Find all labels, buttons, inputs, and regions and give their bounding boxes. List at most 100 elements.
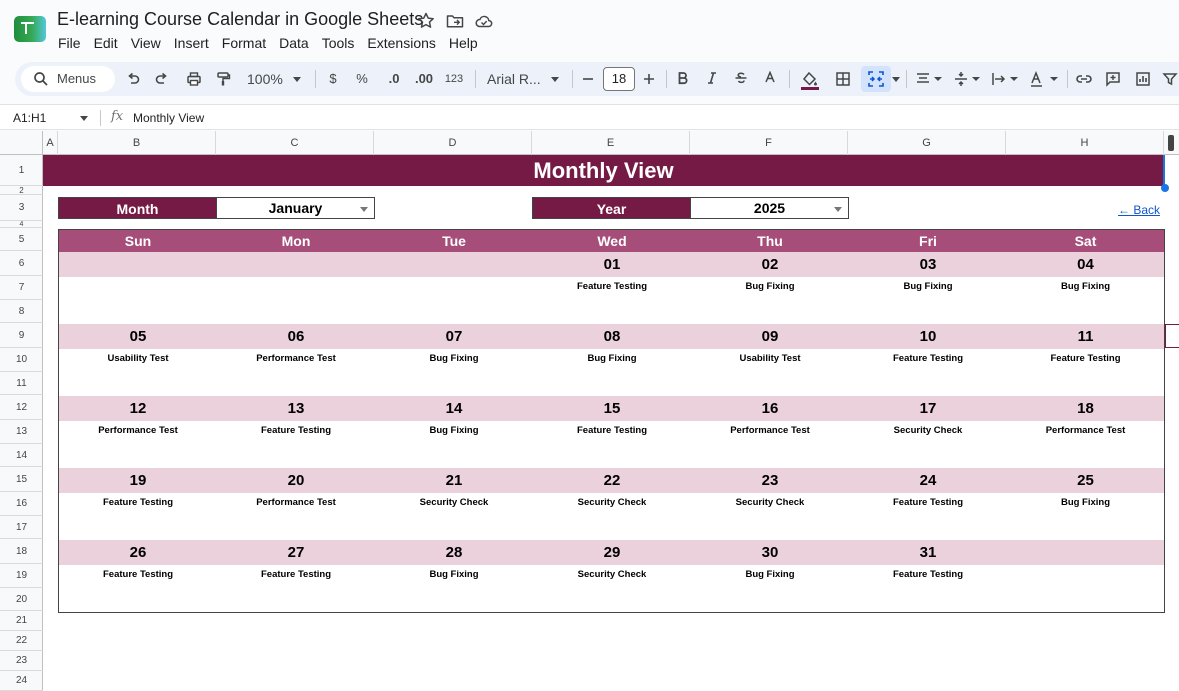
monthly-view-title[interactable]: Monthly View — [43, 155, 1164, 186]
task-cell[interactable]: Security Check — [533, 568, 691, 582]
row-header[interactable]: 5 — [0, 228, 43, 251]
task-cell[interactable]: Bug Fixing — [691, 280, 849, 294]
row-header[interactable]: 24 — [0, 671, 43, 691]
task-cell[interactable]: Feature Testing — [59, 496, 217, 510]
filter-button[interactable] — [1161, 68, 1179, 90]
menu-extensions[interactable]: Extensions — [367, 35, 435, 51]
italic-button[interactable] — [703, 68, 721, 90]
row-header[interactable]: 6 — [0, 251, 43, 276]
task-cell[interactable]: Performance Test — [1007, 424, 1164, 438]
merge-cells-button[interactable] — [861, 66, 891, 92]
column-header-h[interactable]: H — [1006, 131, 1164, 155]
font-family-select[interactable]: Arial R... — [485, 68, 565, 90]
date-cell[interactable]: 25 — [1007, 468, 1164, 493]
task-cell[interactable]: Feature Testing — [217, 424, 375, 438]
task-cell[interactable] — [1007, 568, 1164, 582]
row-header[interactable]: 7 — [0, 276, 43, 300]
menu-tools[interactable]: Tools — [322, 35, 355, 51]
horizontal-align-button[interactable] — [913, 68, 945, 90]
column-header-a[interactable]: A — [43, 131, 58, 155]
text-color-button[interactable] — [761, 68, 779, 90]
row-header[interactable]: 9 — [0, 323, 43, 348]
task-cell[interactable]: Bug Fixing — [375, 352, 533, 366]
paint-format-button[interactable] — [212, 68, 234, 90]
text-wrapping-button[interactable] — [989, 68, 1021, 90]
insert-comment-button[interactable] — [1103, 68, 1123, 90]
column-header-f[interactable]: F — [690, 131, 848, 155]
task-cell[interactable]: Feature Testing — [217, 568, 375, 582]
task-cell[interactable] — [59, 280, 217, 294]
row-header[interactable]: 14 — [0, 444, 43, 467]
date-cell[interactable]: 16 — [691, 396, 849, 421]
date-cell[interactable]: 31 — [849, 540, 1007, 565]
date-cell[interactable]: 10 — [849, 324, 1007, 349]
date-cell[interactable]: 17 — [849, 396, 1007, 421]
bold-button[interactable] — [674, 68, 692, 90]
row-header[interactable]: 22 — [0, 631, 43, 651]
task-cell[interactable]: Usability Test — [59, 352, 217, 366]
date-cell[interactable]: 11 — [1007, 324, 1164, 349]
vertical-align-button[interactable] — [951, 68, 983, 90]
menu-data[interactable]: Data — [279, 35, 309, 51]
task-cell[interactable]: Security Check — [691, 496, 849, 510]
menu-format[interactable]: Format — [222, 35, 266, 51]
column-header-b[interactable]: B — [58, 131, 216, 155]
date-cell[interactable]: 09 — [691, 324, 849, 349]
date-cell[interactable]: 18 — [1007, 396, 1164, 421]
date-cell[interactable]: 30 — [691, 540, 849, 565]
currency-format-button[interactable]: $ — [324, 68, 342, 90]
document-title[interactable]: E-learning Course Calendar in Google She… — [57, 9, 423, 30]
date-cell[interactable]: 13 — [217, 396, 375, 421]
row-header[interactable]: 12 — [0, 395, 43, 420]
increase-decimals-button[interactable]: .00 — [411, 68, 437, 90]
number-format-button[interactable]: 123 — [442, 68, 466, 90]
row-header[interactable]: 13 — [0, 420, 43, 444]
fill-color-button[interactable] — [799, 68, 821, 90]
task-cell[interactable]: Bug Fixing — [1007, 280, 1164, 294]
task-cell[interactable]: Security Check — [849, 424, 1007, 438]
formula-input[interactable]: Monthly View — [133, 111, 204, 125]
row-header[interactable]: 3 — [0, 195, 43, 221]
menu-help[interactable]: Help — [449, 35, 478, 51]
bordered-cell[interactable] — [1165, 324, 1179, 348]
percent-format-button[interactable]: % — [353, 68, 371, 90]
task-cell[interactable]: Performance Test — [217, 496, 375, 510]
task-cell[interactable] — [217, 280, 375, 294]
row-header[interactable]: 16 — [0, 492, 43, 516]
back-link[interactable]: ← Back — [1118, 203, 1160, 217]
row-header[interactable]: 18 — [0, 539, 43, 564]
insert-chart-button[interactable] — [1133, 68, 1153, 90]
date-cell[interactable]: 20 — [217, 468, 375, 493]
task-cell[interactable]: Performance Test — [217, 352, 375, 366]
decrease-font-size-button[interactable] — [580, 68, 596, 90]
zoom-select[interactable]: 100% — [243, 68, 305, 90]
chevron-down-icon[interactable] — [834, 207, 842, 212]
date-cell[interactable]: 15 — [533, 396, 691, 421]
print-button[interactable] — [183, 68, 205, 90]
row-header[interactable]: 8 — [0, 300, 43, 323]
redo-button[interactable] — [151, 68, 173, 90]
task-cell[interactable]: Usability Test — [691, 352, 849, 366]
chevron-down-icon[interactable] — [360, 207, 368, 212]
decrease-decimals-button[interactable]: .0 — [381, 68, 407, 90]
borders-button[interactable] — [833, 68, 853, 90]
task-cell[interactable]: Feature Testing — [1007, 352, 1164, 366]
row-header[interactable]: 20 — [0, 588, 43, 611]
chevron-down-icon[interactable] — [80, 116, 88, 121]
task-cell[interactable]: Feature Testing — [59, 568, 217, 582]
date-cell[interactable]: 14 — [375, 396, 533, 421]
date-cell[interactable]: 28 — [375, 540, 533, 565]
date-cell[interactable] — [217, 252, 375, 277]
task-cell[interactable]: Bug Fixing — [375, 424, 533, 438]
column-resize-handle[interactable] — [1168, 135, 1174, 151]
task-cell[interactable]: Feature Testing — [849, 496, 1007, 510]
row-header[interactable]: 19 — [0, 564, 43, 588]
task-cell[interactable]: Bug Fixing — [375, 568, 533, 582]
date-cell[interactable]: 02 — [691, 252, 849, 277]
task-cell[interactable]: Feature Testing — [849, 352, 1007, 366]
insert-link-button[interactable] — [1074, 68, 1094, 90]
column-header-d[interactable]: D — [374, 131, 532, 155]
task-cell[interactable]: Security Check — [533, 496, 691, 510]
date-cell[interactable] — [1007, 540, 1164, 565]
date-cell[interactable]: 12 — [59, 396, 217, 421]
